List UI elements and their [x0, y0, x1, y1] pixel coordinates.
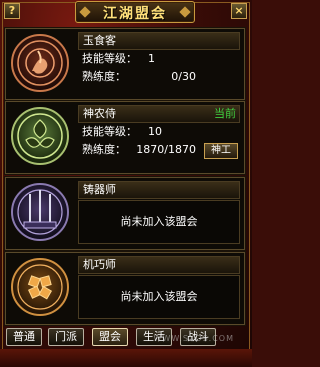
proficiency-label: 熟练度： [82, 143, 126, 156]
skill-level-label: 技能等级： [82, 125, 137, 138]
proficiency-row: 熟练度： 0/30 [78, 68, 240, 86]
proficiency-value: 1870/1870 [136, 143, 196, 156]
help-button[interactable]: ? [4, 3, 20, 19]
watermark: WWW.SXDS.COM [153, 334, 234, 343]
guild-panel-smith[interactable]: 铸器师 尚未加入该盟会 [5, 177, 245, 250]
tab-normal[interactable]: 普通 [6, 328, 42, 346]
weapons-emblem-icon [11, 183, 69, 241]
skill-level-row: 技能等级： 10 [78, 123, 240, 141]
tab-sect[interactable]: 门派 [48, 328, 84, 346]
guild-panel-mechanist[interactable]: 机巧师 尚未加入该盟会 [5, 252, 245, 325]
guild-info: 玉食客 技能等级： 1 熟练度： 0/30 [78, 32, 240, 86]
cauldron-emblem-icon [11, 34, 69, 92]
divine-craft-button[interactable]: 神工 [204, 143, 238, 159]
skill-level-label: 技能等级： [82, 52, 137, 65]
guild-name-text: 神农侍 [83, 107, 116, 120]
title-plate: 江湖盟会 [75, 1, 195, 23]
guild-panel-cook[interactable]: 玉食客 技能等级： 1 熟练度： 0/30 [5, 28, 245, 100]
window-title: 江湖盟会 [103, 6, 167, 22]
proficiency-row: 熟练度： 1870/1870 神工 [78, 141, 240, 159]
tab-guild[interactable]: 盟会 [92, 328, 128, 346]
title-bar[interactable]: ? 江湖盟会 × [0, 0, 252, 23]
current-guild-tag: 当前 [214, 107, 236, 120]
not-joined-status: 尚未加入该盟会 [78, 200, 240, 244]
guild-name: 玉食客 [78, 32, 240, 50]
skill-level-value: 1 [148, 52, 155, 65]
skill-level-row: 技能等级： 1 [78, 50, 240, 68]
guild-name: 神农侍 当前 [78, 105, 240, 123]
herb-emblem-icon [11, 107, 69, 165]
close-button[interactable]: × [231, 3, 247, 19]
guild-name: 铸器师 [78, 181, 240, 199]
gear-emblem-icon [11, 258, 69, 316]
guild-panel-herbalist[interactable]: 神农侍 当前 技能等级： 10 熟练度： 1870/1870 神工 [5, 101, 245, 174]
proficiency-value: 0/30 [171, 70, 196, 83]
bottom-border [0, 349, 252, 367]
guild-name: 机巧师 [78, 256, 240, 274]
guild-info: 神农侍 当前 技能等级： 10 熟练度： 1870/1870 神工 [78, 105, 240, 159]
not-joined-status: 尚未加入该盟会 [78, 275, 240, 319]
proficiency-label: 熟练度： [82, 70, 126, 83]
skill-level-value: 10 [148, 125, 162, 138]
